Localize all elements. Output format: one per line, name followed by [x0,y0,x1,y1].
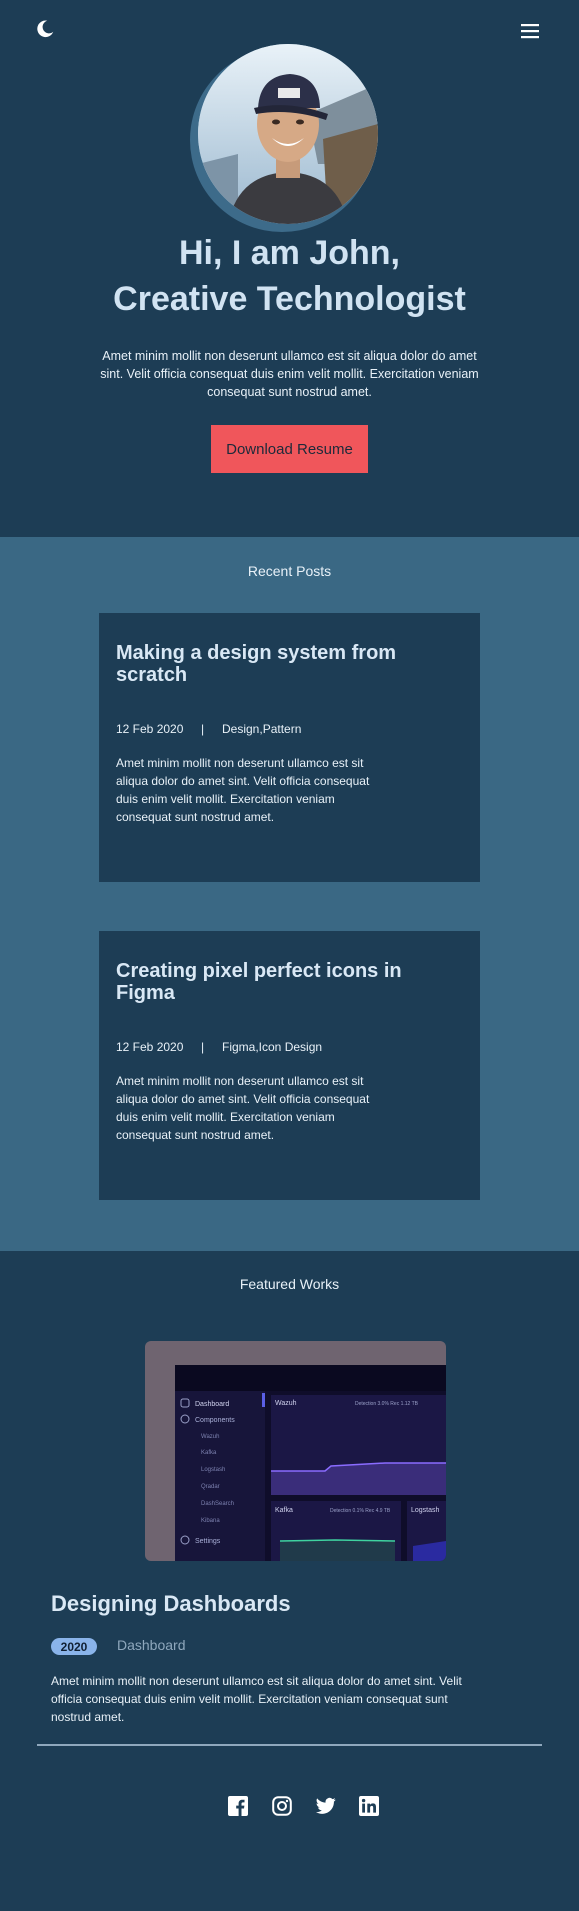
thumb-menu-wazuh: Wazuh [201,1434,219,1440]
thumb-menu-kafka: Kafka [201,1450,217,1456]
year-badge: 2020 [51,1638,97,1655]
download-resume-button[interactable]: Download Resume [211,425,368,473]
recent-posts-section: Recent Posts Making a design system from… [0,537,579,1251]
facebook-icon[interactable] [228,1796,248,1816]
twitter-icon[interactable] [316,1796,336,1816]
post-date: 12 Feb 2020 [116,1040,184,1054]
post-title[interactable]: Creating pixel perfect icons in Figma [116,960,416,1004]
post-date: 12 Feb 2020 [116,722,184,736]
avatar [190,44,382,236]
post-meta-separator: | [201,722,205,736]
hamburger-menu-icon[interactable] [521,22,539,40]
thumb-menu-logstash: Logstash [201,1467,225,1473]
avatar-photo [198,44,378,224]
work-category: Dashboard [117,1637,186,1653]
post-title[interactable]: Making a design system from scratch [116,642,416,686]
post-card[interactable]: Making a design system from scratch 12 F… [99,613,480,882]
hero-title-line2: Creative Technologist [113,280,466,318]
thumb-panel3-title: Logstash [411,1507,440,1514]
post-meta-separator: | [201,1040,205,1054]
dashboard-screenshot: Dashboard Components Wazuh Kafka Logstas… [175,1365,446,1561]
thumb-panel2-title: Kafka [275,1507,293,1514]
thumb-panel2-stats: Detection 0.1% Rec 4.9 TB [330,1508,391,1514]
work-description: Amet minim mollit non deserunt ullamco e… [51,1674,462,1724]
thumb-menu-dashsearch: DashSearch [201,1501,234,1507]
thumb-panel-stats: Detection 3.0% Rec 1.12 TB [355,1401,419,1407]
post-excerpt: Amet minim mollit non deserunt ullamco e… [116,1074,370,1142]
post-tags: Design,Pattern [222,722,302,736]
recent-posts-heading: Recent Posts [247,563,332,579]
hero-title-line1: Hi, I am John, [178,234,401,272]
work-thumbnail[interactable]: Dashboard Components Wazuh Kafka Logstas… [145,1341,446,1561]
post-tags: Figma,Icon Design [222,1040,323,1054]
hero-section: Hi, I am John, Creative Technologist Ame… [0,0,579,537]
thumb-menu-qradar: Qradar [201,1484,220,1490]
thumb-menu-kibana: Kibana [201,1518,220,1524]
post-excerpt: Amet minim mollit non deserunt ullamco e… [116,756,370,824]
instagram-icon[interactable] [272,1796,292,1816]
linkedin-icon[interactable] [359,1796,379,1816]
work-title[interactable]: Designing Dashboards [51,1591,291,1617]
thumb-menu-components: Components [195,1417,235,1424]
divider [37,1744,542,1746]
post-card[interactable]: Creating pixel perfect icons in Figma 12… [99,931,480,1200]
featured-works-heading: Featured Works [239,1276,340,1292]
portrait-image [198,44,378,224]
hero-description: Amet minim mollit non deserunt ullamco e… [100,349,479,399]
thumb-menu-dashboard: Dashboard [195,1401,229,1408]
moon-icon[interactable] [34,18,56,40]
featured-works-section: Featured Works Dashboard Components Wazu… [0,1251,579,1911]
thumb-menu-settings: Settings [195,1538,221,1545]
thumb-panel-title: Wazuh [275,1400,297,1407]
hero-title: Hi, I am John, Creative Technologist [0,230,579,322]
